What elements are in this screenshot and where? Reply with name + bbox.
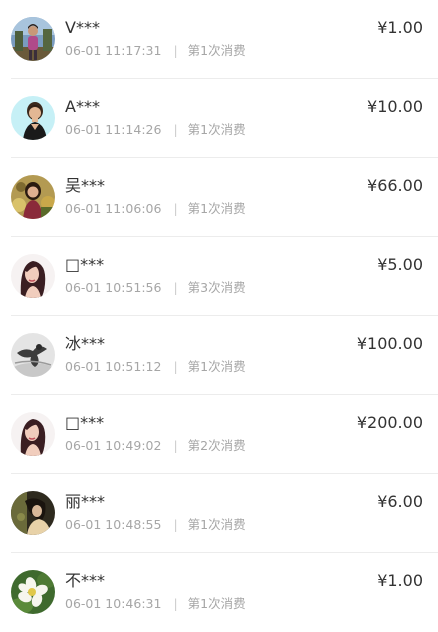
- customer-name: 不***: [65, 571, 106, 590]
- record-time: 06-01 10:49:02: [65, 438, 162, 453]
- record-time: 06-01 10:48:55: [65, 517, 162, 532]
- customer-name: A***: [65, 97, 100, 116]
- purchase-count: 第1次消费: [187, 122, 246, 137]
- purchase-count: 第3次消费: [187, 280, 246, 295]
- purchase-count: 第1次消费: [187, 596, 246, 611]
- record-meta: 06-01 10:51:56 | 第3次消费: [65, 280, 246, 296]
- meta-separator: |: [173, 517, 178, 532]
- record-amount: ¥100.00: [356, 334, 423, 353]
- record-time: 06-01 11:17:31: [65, 43, 162, 58]
- avatar-photo-woman-portrait-icon: [11, 254, 55, 298]
- meta-separator: |: [173, 438, 178, 453]
- customer-name: □***: [65, 255, 105, 274]
- purchase-count: 第2次消费: [187, 438, 246, 453]
- record-amount: ¥5.00: [377, 255, 423, 274]
- avatar: [11, 491, 55, 535]
- list-item[interactable]: V*** 06-01 11:17:31 | 第1次消费 ¥1.00: [11, 0, 438, 79]
- record-time: 06-01 10:51:12: [65, 359, 162, 374]
- avatar-photo-woman-dark-icon: [11, 491, 55, 535]
- meta-separator: |: [173, 122, 178, 137]
- record-time: 06-01 11:06:06: [65, 201, 162, 216]
- record-meta: 06-01 10:49:02 | 第2次消费: [65, 438, 246, 454]
- list-item[interactable]: □*** 06-01 10:51:56 | 第3次消费 ¥5.00: [11, 237, 438, 316]
- customer-name: 吴***: [65, 176, 106, 195]
- purchase-count: 第1次消费: [187, 359, 246, 374]
- record-meta: 06-01 11:14:26 | 第1次消费: [65, 122, 246, 138]
- record-amount: ¥1.00: [377, 571, 423, 590]
- list-item[interactable]: □*** 06-01 10:49:02 | 第2次消费 ¥200.00: [11, 395, 438, 474]
- avatar: [11, 412, 55, 456]
- record-meta: 06-01 11:06:06 | 第1次消费: [65, 201, 246, 217]
- purchase-count: 第1次消费: [187, 43, 246, 58]
- record-amount: ¥66.00: [367, 176, 423, 195]
- record-time: 06-01 10:46:31: [65, 596, 162, 611]
- meta-separator: |: [173, 280, 178, 295]
- list-item[interactable]: 不*** 06-01 10:46:31 | 第1次消费 ¥1.00: [11, 553, 438, 632]
- meta-separator: |: [173, 596, 178, 611]
- record-amount: ¥10.00: [367, 97, 423, 116]
- avatar-photo-woman-flowers-icon: [11, 175, 55, 219]
- record-amount: ¥1.00: [377, 18, 423, 37]
- record-time: 06-01 10:51:56: [65, 280, 162, 295]
- meta-separator: |: [173, 359, 178, 374]
- purchase-count: 第1次消费: [187, 517, 246, 532]
- record-meta: 06-01 11:17:31 | 第1次消费: [65, 43, 246, 59]
- avatar: [11, 254, 55, 298]
- avatar-photo-woman-portrait-icon: [11, 412, 55, 456]
- customer-name: V***: [65, 18, 100, 37]
- customer-name: 丽***: [65, 492, 106, 511]
- purchase-count: 第1次消费: [187, 201, 246, 216]
- list-item[interactable]: 冰*** 06-01 10:51:12 | 第1次消费 ¥100.00: [11, 316, 438, 395]
- avatar: [11, 175, 55, 219]
- avatar: [11, 333, 55, 377]
- avatar: [11, 570, 55, 614]
- record-meta: 06-01 10:48:55 | 第1次消费: [65, 517, 246, 533]
- meta-separator: |: [173, 201, 178, 216]
- customer-name: □***: [65, 413, 105, 432]
- record-amount: ¥200.00: [356, 413, 423, 432]
- record-amount: ¥6.00: [377, 492, 423, 511]
- meta-separator: |: [173, 43, 178, 58]
- record-meta: 06-01 10:51:12 | 第1次消费: [65, 359, 246, 375]
- consumption-record-list: V*** 06-01 11:17:31 | 第1次消费 ¥1.00 A*** 06-…: [0, 0, 438, 632]
- avatar-photo-woman-cyan-icon: [11, 96, 55, 140]
- record-meta: 06-01 10:46:31 | 第1次消费: [65, 596, 246, 612]
- list-item[interactable]: 丽*** 06-01 10:48:55 | 第1次消费 ¥6.00: [11, 474, 438, 553]
- customer-name: 冰***: [65, 334, 106, 353]
- avatar-photo-white-flower-icon: [11, 570, 55, 614]
- list-item[interactable]: 吴*** 06-01 11:06:06 | 第1次消费 ¥66.00: [11, 158, 438, 237]
- record-time: 06-01 11:14:26: [65, 122, 162, 137]
- avatar: [11, 17, 55, 61]
- avatar-photo-woman-outdoor-icon: [11, 17, 55, 61]
- avatar: [11, 96, 55, 140]
- avatar-photo-bw-figure-icon: [11, 333, 55, 377]
- list-item[interactable]: A*** 06-01 11:14:26 | 第1次消费 ¥10.00: [11, 79, 438, 158]
